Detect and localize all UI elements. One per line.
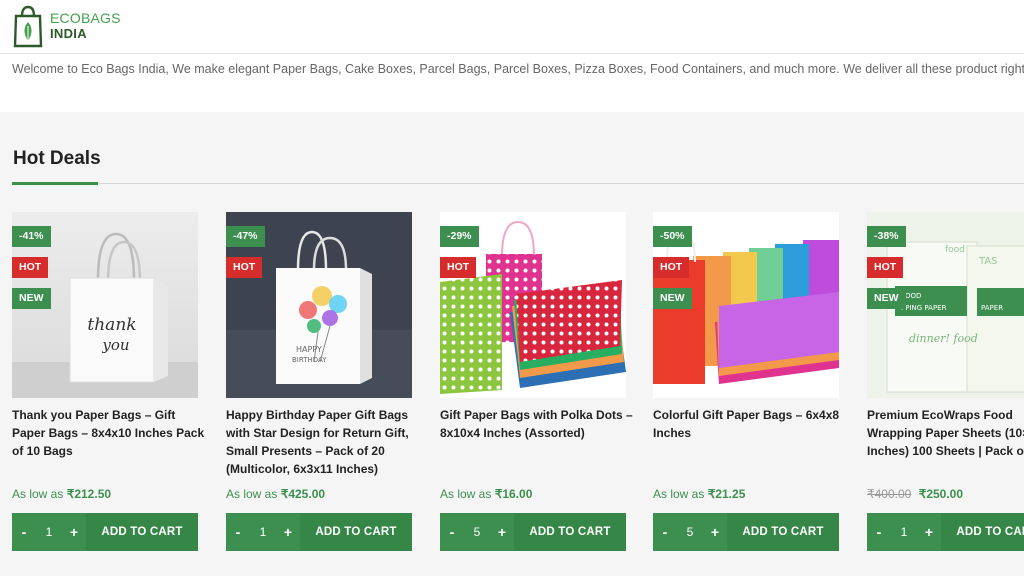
- product-image-food-wrapping-paper[interactable]: FOOD PPING PAPER PAPER dinner! food TAS …: [867, 212, 1024, 398]
- qty-increase-button[interactable]: +: [62, 524, 86, 540]
- qty-input[interactable]: 1: [891, 525, 917, 539]
- hot-badge: HOT: [653, 257, 690, 278]
- qty-decrease-button[interactable]: -: [653, 524, 677, 540]
- site-logo[interactable]: ECOBAGS INDIA: [12, 4, 121, 48]
- price-original: ₹400.00: [867, 487, 912, 501]
- product-title-link[interactable]: Thank you Paper Bags – Gift Paper Bags –…: [12, 406, 208, 460]
- qty-input[interactable]: 5: [464, 525, 490, 539]
- price-amount: ₹21.25: [707, 487, 746, 501]
- svg-text:TAS: TAS: [978, 256, 998, 267]
- new-badge: NEW: [867, 288, 906, 309]
- product-title-link[interactable]: Colorful Gift Paper Bags – 6x4x8 Inches: [653, 406, 849, 442]
- section-title: Hot Deals: [13, 148, 101, 169]
- hot-badge: HOT: [867, 257, 904, 278]
- qty-increase-button[interactable]: +: [917, 524, 941, 540]
- qty-input[interactable]: 5: [677, 525, 703, 539]
- add-to-cart-button[interactable]: ADD TO CART: [300, 513, 412, 551]
- add-to-cart-button[interactable]: ADD TO CART: [514, 513, 626, 551]
- price-amount: ₹212.50: [66, 487, 112, 501]
- product-price: ₹400.00 ₹250.00: [867, 487, 963, 501]
- svg-text:dinner! food: dinner! food: [909, 332, 978, 345]
- qty-decrease-button[interactable]: -: [12, 524, 36, 540]
- add-to-cart-form: - 5 + ADD TO CART: [440, 513, 626, 551]
- price-prefix: As low as: [12, 487, 64, 501]
- product-price: As low as ₹212.50: [12, 487, 111, 501]
- product-title-link[interactable]: Premium EcoWraps Food Wrapping Paper She…: [867, 406, 1024, 460]
- product-price: As low as ₹21.25: [653, 487, 745, 501]
- hot-badge: HOT: [226, 257, 263, 278]
- product-card: thank you -41% HOT NEW Thank you Paper B…: [12, 212, 204, 551]
- svg-text:PPING PAPER: PPING PAPER: [901, 304, 947, 312]
- add-to-cart-button[interactable]: ADD TO CART: [727, 513, 839, 551]
- welcome-marquee: Welcome to Eco Bags India, We make elega…: [12, 62, 1024, 76]
- add-to-cart-form: - 5 + ADD TO CART: [653, 513, 839, 551]
- section-divider: [12, 183, 1024, 184]
- price-prefix: As low as: [440, 487, 492, 501]
- product-image-polka-bags[interactable]: -29% HOT: [440, 212, 626, 398]
- add-to-cart-button[interactable]: ADD TO CART: [86, 513, 198, 551]
- qty-increase-button[interactable]: +: [490, 524, 514, 540]
- logo-text-bottom: INDIA: [50, 26, 87, 41]
- logo-text-top: ECOBAGS: [50, 10, 121, 26]
- new-badge: NEW: [12, 288, 51, 309]
- new-badge: NEW: [653, 288, 692, 309]
- hot-deals-section: Hot Deals thank you -41% HOT NEW Thank y…: [0, 112, 1024, 576]
- svg-text:thank: thank: [87, 315, 136, 335]
- qty-input[interactable]: 1: [36, 525, 62, 539]
- site-header: ECOBAGS INDIA: [0, 0, 1024, 54]
- price-prefix: As low as: [653, 487, 705, 501]
- product-image-thank-you-bag[interactable]: thank you -41% HOT NEW: [12, 212, 198, 398]
- product-price: As low as ₹16.00: [440, 487, 532, 501]
- price-amount: ₹250.00: [918, 487, 964, 501]
- svg-text:HAPPY: HAPPY: [296, 345, 322, 354]
- product-image-birthday-bag[interactable]: HAPPY BIRTHDAY -47% HOT: [226, 212, 412, 398]
- add-to-cart-form: - 1 + ADD TO CART: [12, 513, 198, 551]
- add-to-cart-form: - 1 + ADD TO CART: [867, 513, 1024, 551]
- qty-decrease-button[interactable]: -: [440, 524, 464, 540]
- discount-badge: -47%: [226, 226, 265, 247]
- hot-badge: HOT: [440, 257, 477, 278]
- price-prefix: As low as: [226, 487, 278, 501]
- product-card: -50% HOT NEW Colorful Gift Paper Bags – …: [653, 212, 839, 551]
- price-amount: ₹425.00: [280, 487, 326, 501]
- add-to-cart-button[interactable]: ADD TO CART: [941, 513, 1024, 551]
- svg-text:PAPER: PAPER: [981, 304, 1003, 312]
- product-card: HAPPY BIRTHDAY -47% HOT Happy Birthday P…: [226, 212, 412, 551]
- qty-decrease-button[interactable]: -: [867, 524, 891, 540]
- section-divider-accent: [12, 182, 98, 185]
- qty-increase-button[interactable]: +: [703, 524, 727, 540]
- qty-decrease-button[interactable]: -: [226, 524, 250, 540]
- product-title-link[interactable]: Happy Birthday Paper Gift Bags with Star…: [226, 406, 422, 478]
- product-price: As low as ₹425.00: [226, 487, 325, 501]
- qty-input[interactable]: 1: [250, 525, 276, 539]
- product-card: -29% HOT Gift Paper Bags with Polka Dots…: [440, 212, 633, 551]
- price-amount: ₹16.00: [494, 487, 533, 501]
- shopping-bag-leaf-icon: [13, 5, 43, 48]
- add-to-cart-form: - 1 + ADD TO CART: [226, 513, 412, 551]
- product-title-link[interactable]: Gift Paper Bags with Polka Dots – 8x10x4…: [440, 406, 636, 442]
- hot-badge: HOT: [12, 257, 49, 278]
- discount-badge: -38%: [867, 226, 906, 247]
- product-image-colorful-bags[interactable]: -50% HOT NEW: [653, 212, 839, 398]
- svg-text:BIRTHDAY: BIRTHDAY: [292, 356, 327, 364]
- discount-badge: -29%: [440, 226, 479, 247]
- svg-text:you: you: [101, 336, 129, 354]
- svg-text:food: food: [945, 245, 965, 255]
- discount-badge: -50%: [653, 226, 692, 247]
- discount-badge: -41%: [12, 226, 51, 247]
- qty-increase-button[interactable]: +: [276, 524, 300, 540]
- product-card: FOOD PPING PAPER PAPER dinner! food TAS …: [867, 212, 1024, 562]
